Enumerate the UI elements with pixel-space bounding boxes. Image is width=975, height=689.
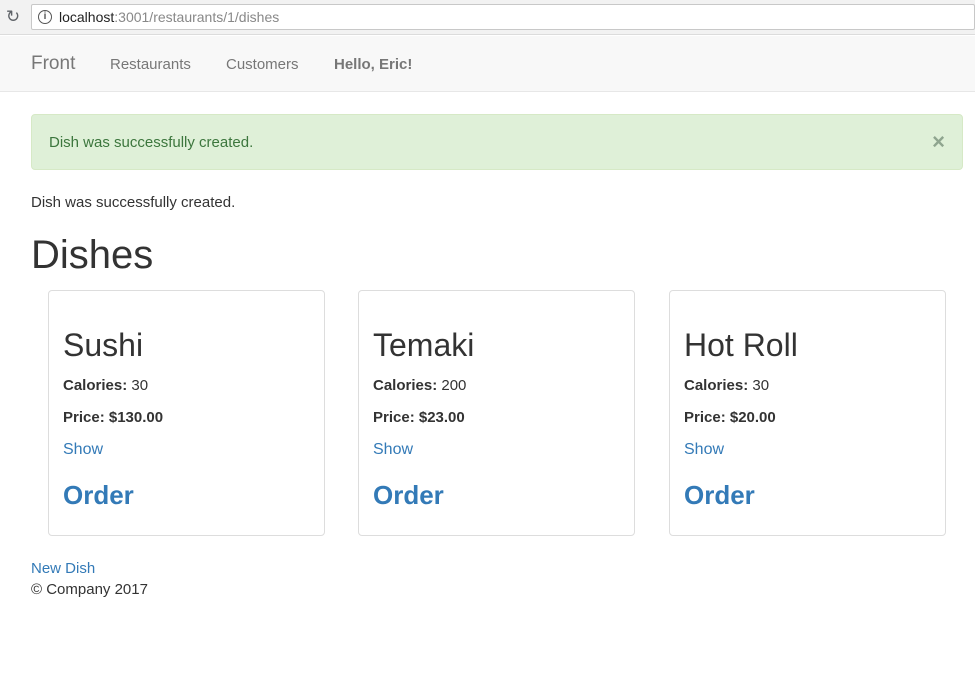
brand-link[interactable]: Front <box>31 53 75 75</box>
dish-calories: Calories: 200 <box>373 377 466 394</box>
alert-message: Dish was successfully created. <box>49 134 254 151</box>
nav-restaurants-link[interactable]: Restaurants <box>110 56 191 73</box>
calories-value: 200 <box>437 377 467 394</box>
success-alert: Dish was successfully created. × <box>31 114 963 170</box>
reload-icon[interactable]: ↻ <box>4 8 22 26</box>
calories-label: Calories: <box>684 377 749 394</box>
dish-calories: Calories: 30 <box>63 377 148 394</box>
dish-card: Hot Roll Calories: 30 Price: $20.00 Show… <box>669 290 946 536</box>
close-icon[interactable]: × <box>932 131 945 153</box>
calories-value: 30 <box>127 377 149 394</box>
user-greeting: Hello, Eric! <box>334 56 413 73</box>
page-title: Dishes <box>31 233 154 277</box>
new-dish-link[interactable]: New Dish <box>31 560 95 577</box>
nav-customers-link[interactable]: Customers <box>226 56 299 73</box>
dish-calories: Calories: 30 <box>684 377 769 394</box>
order-link[interactable]: Order <box>684 480 755 511</box>
dish-name: Hot Roll <box>684 327 798 363</box>
dish-card: Sushi Calories: 30 Price: $130.00 Show O… <box>48 290 325 536</box>
address-bar[interactable]: i localhost:3001/restaurants/1/dishes <box>31 4 975 30</box>
footer-copyright: © Company 2017 <box>31 581 148 598</box>
dish-price: Price: $23.00 <box>373 409 465 426</box>
show-link[interactable]: Show <box>684 441 724 459</box>
url-host: localhost <box>59 9 115 25</box>
dish-name: Temaki <box>373 327 475 363</box>
navbar: Front Restaurants Customers Hello, Eric! <box>0 36 975 92</box>
info-icon[interactable]: i <box>38 10 52 24</box>
calories-label: Calories: <box>373 377 438 394</box>
calories-value: 30 <box>748 377 770 394</box>
notice-text: Dish was successfully created. <box>31 194 236 211</box>
order-link[interactable]: Order <box>373 480 444 511</box>
calories-label: Calories: <box>63 377 128 394</box>
url-path: :3001/restaurants/1/dishes <box>114 9 280 25</box>
browser-toolbar: ↻ i localhost:3001/restaurants/1/dishes <box>0 0 975 35</box>
url-text: localhost:3001/restaurants/1/dishes <box>59 9 279 25</box>
order-link[interactable]: Order <box>63 480 134 511</box>
dish-name: Sushi <box>63 327 144 363</box>
dish-card: Temaki Calories: 200 Price: $23.00 Show … <box>358 290 635 536</box>
show-link[interactable]: Show <box>373 441 413 459</box>
dish-price: Price: $20.00 <box>684 409 776 426</box>
show-link[interactable]: Show <box>63 441 103 459</box>
dish-price: Price: $130.00 <box>63 409 164 426</box>
